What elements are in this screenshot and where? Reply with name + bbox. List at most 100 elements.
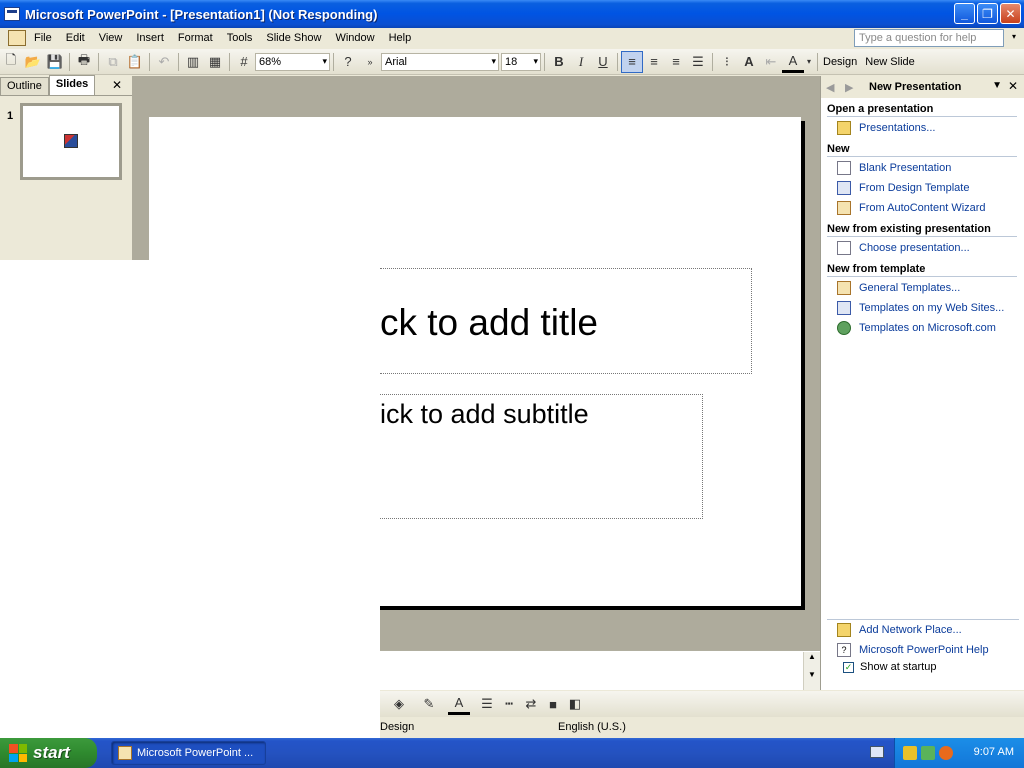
bullets-icon[interactable]: ⁝ <box>716 51 738 73</box>
unrendered-region <box>0 260 380 768</box>
menu-edit[interactable]: Edit <box>60 32 91 44</box>
tab-slides[interactable]: Slides <box>48 75 96 95</box>
new-file-icon[interactable]: 🗋 <box>0 51 22 73</box>
insert-table-icon[interactable]: ▦ <box>204 51 226 73</box>
chevron-down-icon[interactable]: ▾ <box>1012 32 1016 41</box>
powerpoint-app-icon[interactable] <box>4 7 20 21</box>
new-slide-button[interactable]: New Slide <box>865 56 915 68</box>
task-pane-divider <box>827 619 1019 620</box>
arrow-style-icon[interactable]: ⇄ <box>520 693 542 715</box>
menu-slide-show[interactable]: Slide Show <box>260 32 327 44</box>
windows-logo-icon <box>9 744 27 762</box>
link-presentations[interactable]: Presentations... <box>837 121 935 135</box>
decrease-indent-icon[interactable]: ⇤ <box>760 51 782 73</box>
menu-view[interactable]: View <box>93 32 129 44</box>
line-color-icon[interactable]: ✎ <box>418 693 440 715</box>
open-folder-icon[interactable]: 📂 <box>22 51 44 73</box>
font-size-select[interactable]: 18 <box>501 52 541 71</box>
chevron-down-icon[interactable]: ▼ <box>992 80 1002 91</box>
bold-button[interactable]: B <box>548 51 570 73</box>
document-icon[interactable] <box>8 30 26 46</box>
status-bar: Design English (U.S.) <box>380 718 750 736</box>
title-bar: Microsoft PowerPoint - [Presentation1] (… <box>0 0 1024 28</box>
wizard-icon <box>837 201 851 215</box>
font-name-select[interactable]: Arial <box>381 52 499 71</box>
notes-pane[interactable] <box>380 650 820 690</box>
security-shield-icon[interactable] <box>903 746 917 760</box>
insert-chart-icon[interactable]: ▥ <box>182 51 204 73</box>
toolbar-separator <box>149 52 150 71</box>
print-icon[interactable]: 🖶 <box>73 51 95 73</box>
taskbar-item-powerpoint[interactable]: Microsoft PowerPoint ... <box>111 741 266 765</box>
vertical-scrollbar[interactable]: ▲ ▼ <box>803 652 820 690</box>
chevron-down-icon[interactable]: ▾ <box>804 51 814 73</box>
fill-color-icon[interactable]: ◈ <box>388 693 410 715</box>
font-color-icon[interactable]: A <box>448 693 470 715</box>
link-autocontent-wizard[interactable]: From AutoContent Wizard <box>837 201 986 215</box>
show-at-startup-label: Show at startup <box>860 661 937 673</box>
font-color-icon[interactable]: A <box>782 51 804 73</box>
checkbox-checked-icon[interactable]: ✓ <box>843 661 854 673</box>
tab-outline[interactable]: Outline <box>0 77 49 95</box>
help-icon[interactable]: ? <box>337 51 359 73</box>
network-icon[interactable] <box>921 746 935 760</box>
close-icon[interactable]: ✕ <box>1008 79 1018 93</box>
keyboard-language-icon[interactable] <box>870 746 884 758</box>
close-button[interactable]: ✕ <box>1000 3 1021 24</box>
3d-style-icon[interactable]: ◧ <box>564 693 586 715</box>
undo-icon[interactable]: ↶ <box>153 51 175 73</box>
align-center-icon[interactable]: ≡ <box>643 51 665 73</box>
menu-format[interactable]: Format <box>172 32 219 44</box>
slide-thumbnail[interactable] <box>20 103 122 180</box>
link-design-template[interactable]: From Design Template <box>837 181 969 195</box>
toolbar-separator <box>178 52 179 71</box>
back-arrow-icon[interactable]: ◀ <box>826 81 840 94</box>
taskbar-item-label: Microsoft PowerPoint ... <box>137 747 254 759</box>
link-blank-presentation[interactable]: Blank Presentation <box>837 161 951 175</box>
menu-window[interactable]: Window <box>329 32 380 44</box>
clock[interactable]: 9:07 AM <box>974 746 1014 758</box>
copy-icon[interactable]: ⧉ <box>102 51 124 73</box>
menu-insert[interactable]: Insert <box>130 32 170 44</box>
grid-icon[interactable]: # <box>233 51 255 73</box>
forward-arrow-icon[interactable]: ▶ <box>845 81 859 94</box>
restore-button[interactable]: ❐ <box>977 3 998 24</box>
link-choose-presentation[interactable]: Choose presentation... <box>837 241 970 255</box>
minimize-button[interactable]: _ <box>954 3 975 24</box>
design-template-icon <box>837 181 851 195</box>
underline-button[interactable]: U <box>592 51 614 73</box>
shadow-style-icon[interactable]: ■ <box>542 693 564 715</box>
close-icon[interactable]: ✕ <box>112 78 122 92</box>
line-style-icon[interactable]: ☰ <box>476 693 498 715</box>
align-justify-icon[interactable]: ☰ <box>687 51 709 73</box>
toolbar-separator <box>544 52 545 71</box>
menu-tools[interactable]: Tools <box>221 32 259 44</box>
start-button[interactable]: start <box>0 738 97 768</box>
section-new-from-existing: New from existing presentation <box>827 223 1017 237</box>
link-general-templates-label: General Templates... <box>859 282 961 294</box>
design-button[interactable]: Design <box>823 56 857 68</box>
menu-help[interactable]: Help <box>383 32 418 44</box>
link-add-network-place[interactable]: Add Network Place... <box>837 623 962 637</box>
italic-button[interactable]: I <box>570 51 592 73</box>
link-web-site-templates[interactable]: Templates on my Web Sites... <box>837 301 1004 315</box>
dash-style-icon[interactable]: ┅ <box>498 693 520 715</box>
toolbar-separator <box>817 52 818 71</box>
menu-file[interactable]: File <box>28 32 58 44</box>
help-question-input[interactable]: Type a question for help <box>854 29 1004 47</box>
paste-icon[interactable]: 📋 <box>124 51 146 73</box>
save-icon[interactable]: 💾 <box>44 51 66 73</box>
link-microsoft-templates[interactable]: Templates on Microsoft.com <box>837 321 996 335</box>
show-at-startup-checkbox[interactable]: ✓ Show at startup <box>843 661 936 673</box>
align-left-icon[interactable]: ≡ <box>621 50 643 73</box>
task-pane-header: ◀ ▶ New Presentation ▼ ✕ <box>821 76 1024 98</box>
align-right-icon[interactable]: ≡ <box>665 51 687 73</box>
link-presentations-label: Presentations... <box>859 122 936 134</box>
link-general-templates[interactable]: General Templates... <box>837 281 960 295</box>
toolbar-options-icon[interactable]: » <box>359 51 381 73</box>
increase-font-icon[interactable]: A <box>738 51 760 73</box>
zoom-select[interactable]: 68% <box>255 52 330 71</box>
search-icon[interactable] <box>939 746 953 760</box>
link-powerpoint-help[interactable]: ? Microsoft PowerPoint Help <box>837 643 989 657</box>
title-placeholder-text: ck to add title <box>380 302 599 343</box>
